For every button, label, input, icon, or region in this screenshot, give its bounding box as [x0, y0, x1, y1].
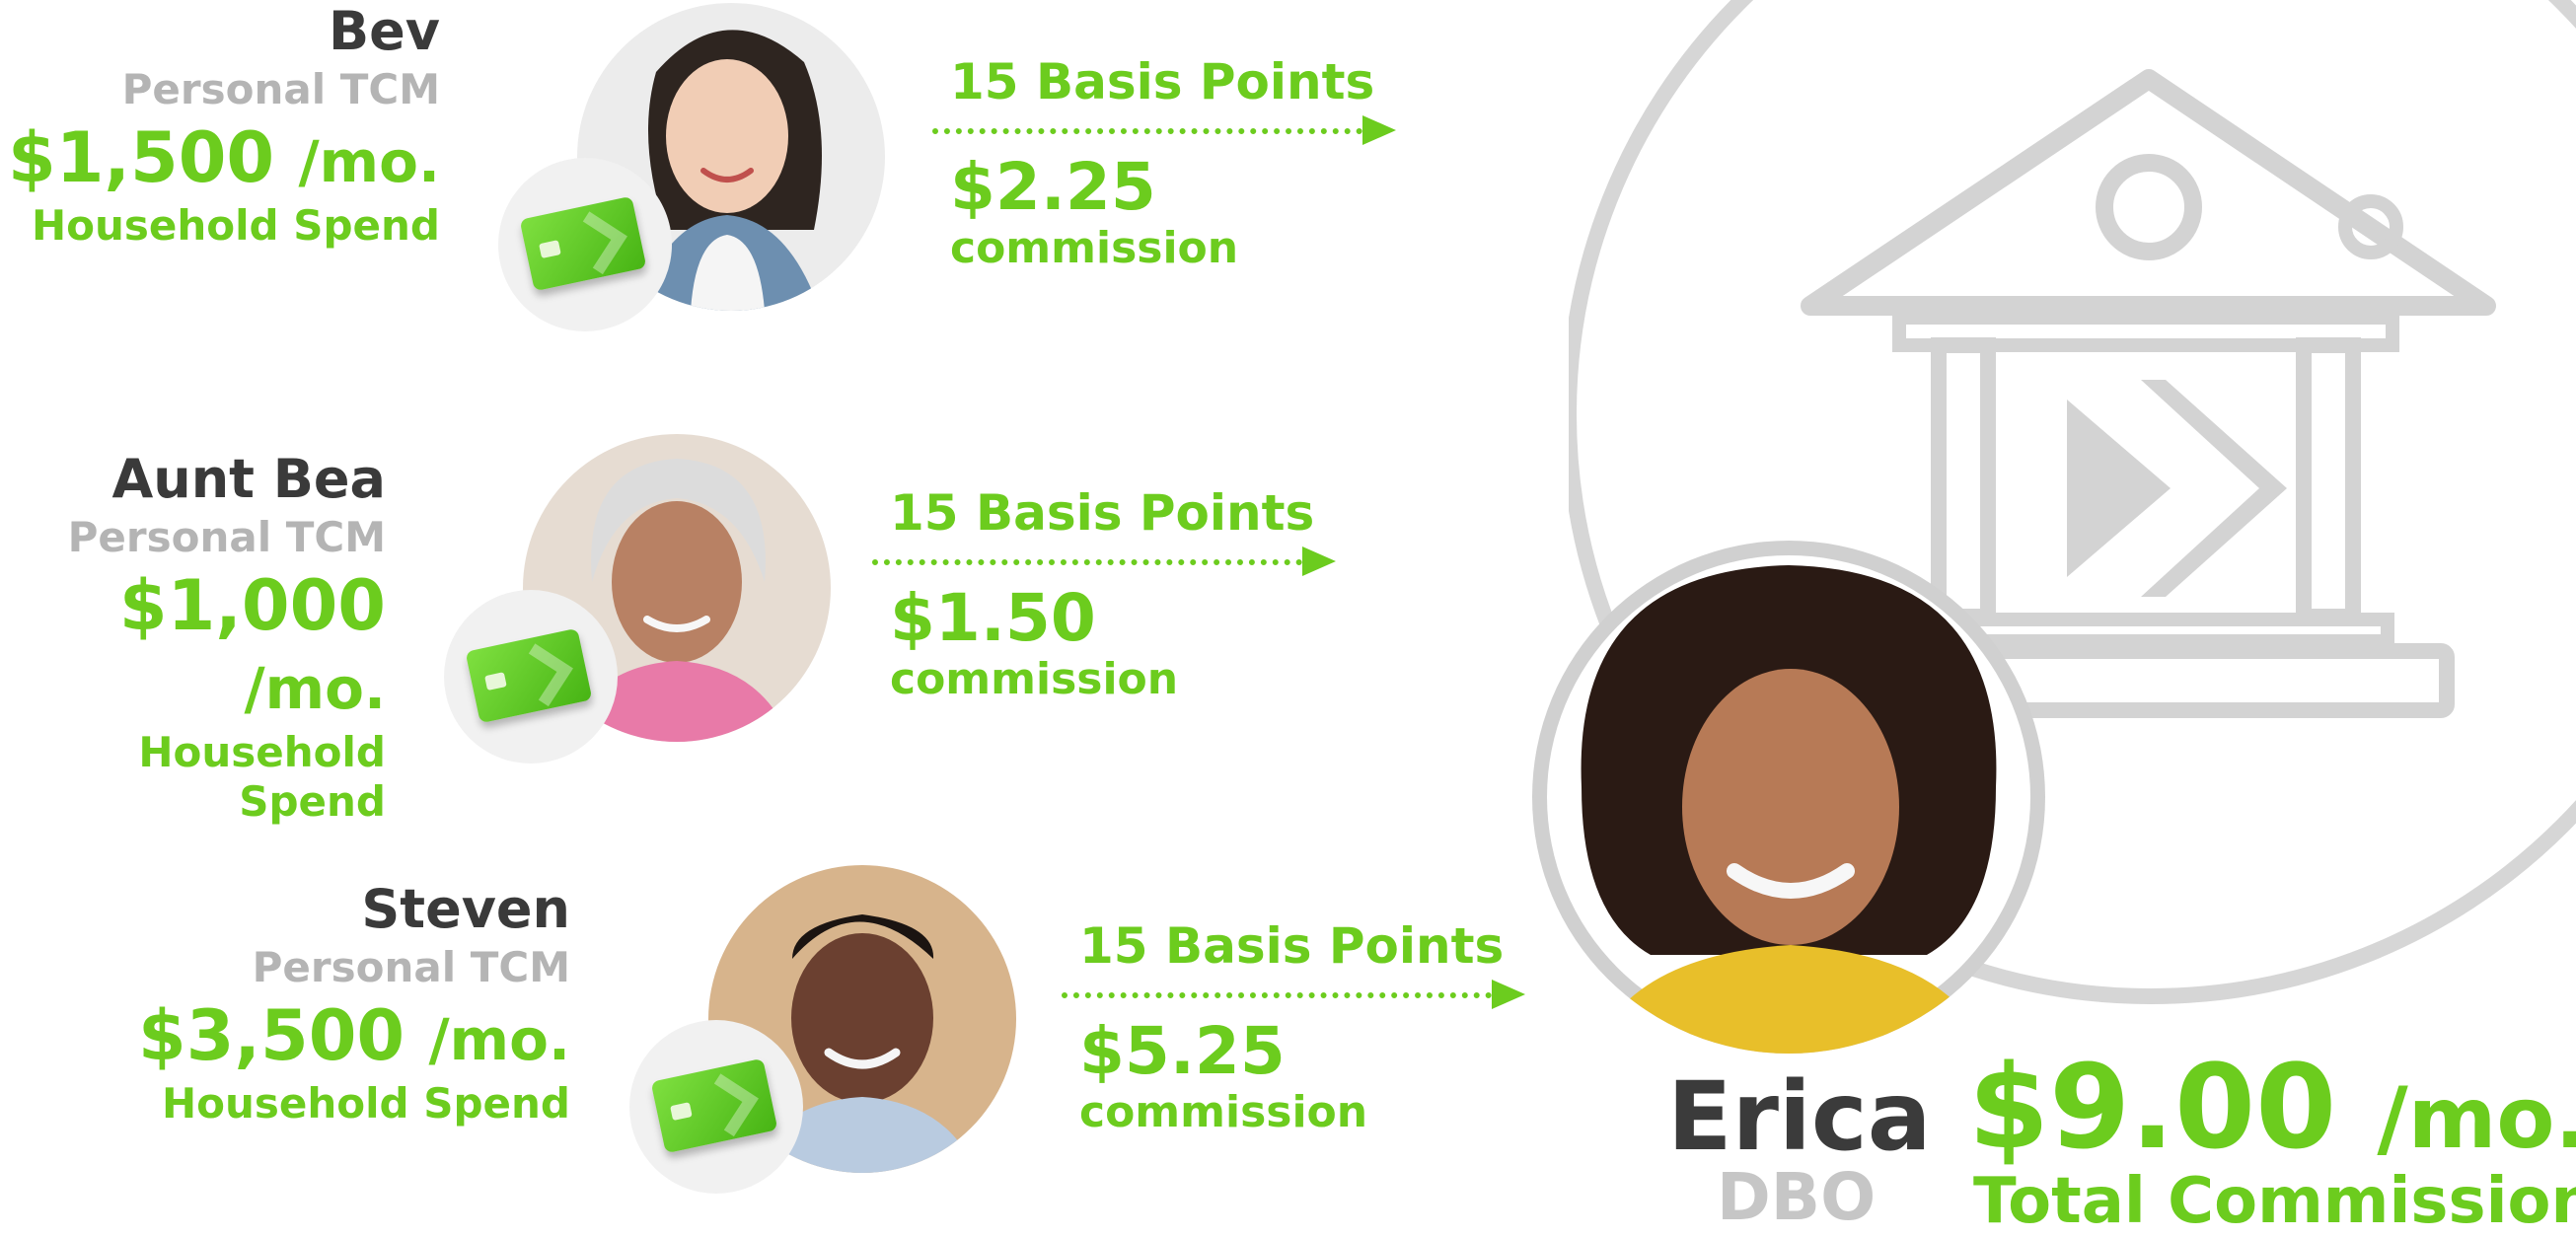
arrow-right-icon — [932, 115, 1396, 145]
total-value: $9.00 — [1968, 1039, 2337, 1175]
household-spend-label: Household Spend — [162, 1079, 570, 1128]
person-name: Aunt Bea — [111, 448, 386, 510]
dbo-name: Erica — [1667, 1061, 1932, 1172]
amount-value: $1,000 — [118, 565, 386, 646]
commission-value: $1.50 — [890, 580, 1096, 656]
total-unit: /mo. — [2377, 1069, 2576, 1168]
commission-value: $5.25 — [1079, 1013, 1286, 1089]
avatar-erica — [1532, 541, 2045, 1054]
household-spend-label: Household Spend — [32, 201, 440, 250]
basis-points-label: 15 Basis Points — [950, 53, 1375, 110]
household-spend-amount: $1,000 /mo. — [0, 566, 386, 728]
dbo-role: DBO — [1717, 1159, 1877, 1235]
household-spend-amount: $1,500 /mo. — [8, 118, 440, 201]
person-name: Steven — [361, 878, 570, 940]
commission-label: commission — [890, 654, 1179, 704]
basis-points-label: 15 Basis Points — [1079, 917, 1505, 975]
credit-card-badge — [498, 158, 672, 331]
credit-card-badge — [444, 590, 618, 764]
person-info-steven: Steven Personal TCM $3,500 /mo. Househol… — [138, 880, 570, 1129]
commission-aunt-bea: 15 Basis Points $1.50 commission — [872, 484, 1336, 704]
arrow-right-icon — [872, 546, 1336, 576]
amount-value: $1,500 — [8, 117, 275, 198]
household-spend-amount: $3,500 /mo. — [138, 996, 570, 1079]
amount-unit: /mo. — [298, 128, 441, 195]
basis-points-label: 15 Basis Points — [890, 484, 1315, 542]
person-role: Personal TCM — [67, 513, 386, 561]
commission-label: commission — [950, 223, 1239, 273]
person-info-aunt-bea: Aunt Bea Personal TCM $1,000 /mo. Househ… — [0, 450, 386, 827]
commission-label: commission — [1079, 1087, 1368, 1137]
credit-card-badge — [629, 1020, 803, 1194]
amount-unit: /mo. — [244, 655, 387, 722]
person-role: Personal TCM — [121, 65, 440, 113]
household-spend-label: Household Spend — [138, 728, 386, 826]
arrow-right-icon — [1062, 980, 1525, 1009]
credit-card-icon — [465, 627, 593, 724]
amount-value: $3,500 — [138, 995, 405, 1076]
amount-unit: /mo. — [428, 1006, 571, 1073]
total-commissions-label: Total Commissions — [1973, 1165, 2576, 1238]
total-commissions-amount: $9.00 /mo. — [1968, 1046, 2576, 1180]
person-info-bev: Bev Personal TCM $1,500 /mo. Household S… — [8, 2, 440, 251]
person-name: Bev — [329, 0, 440, 62]
commission-value: $2.25 — [950, 149, 1156, 225]
commission-bev: 15 Basis Points $2.25 commission — [932, 53, 1396, 273]
credit-card-icon — [650, 1057, 778, 1154]
person-role: Personal TCM — [252, 943, 570, 991]
commission-steven: 15 Basis Points $5.25 commission — [1062, 917, 1525, 1137]
credit-card-icon — [519, 195, 647, 292]
